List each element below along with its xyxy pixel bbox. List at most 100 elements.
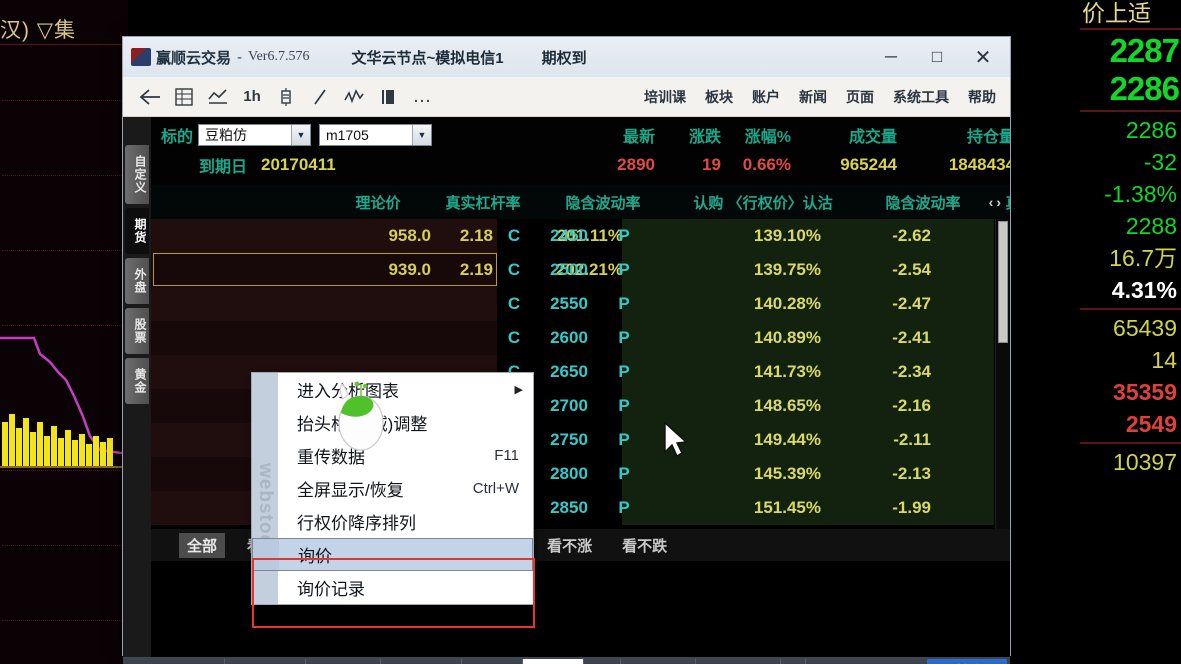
cell-strike: 2550 (550, 294, 588, 313)
toolbar: 1h … 培训课 板块 账户 新闻 页面 系统工具 帮助 (123, 77, 1010, 117)
cell-call-mark: C (507, 294, 521, 313)
col-header-iv-put: 隐含波动率 (885, 194, 961, 212)
cell-strike: 2600 (550, 328, 588, 347)
filter-no-up[interactable]: 看不涨 (539, 533, 600, 558)
tab-commodity[interactable]: 商 (781, 658, 806, 664)
col-header-strike: 认购 〈行权价〉认沽 (693, 194, 833, 212)
zigzag-icon[interactable] (337, 82, 371, 112)
tab-24h-news[interactable]: 24小时新闻 (621, 658, 696, 664)
right-panel-row: 2288 (1125, 213, 1177, 239)
cell-call-mark: C (507, 328, 521, 347)
close-icon[interactable]: ✕ (960, 40, 1006, 74)
table-row[interactable]: 939.0 2.19 202.21% C 2500 P 139.75% -2.5… (151, 253, 1010, 287)
menu-item-news[interactable]: 新闻 (799, 87, 827, 107)
quote-header-volume: 成交量 (848, 129, 897, 146)
tab-night-market[interactable]: 夜市 (584, 658, 622, 664)
sidebar-item-gold[interactable]: 黄金 (125, 358, 149, 404)
sidebar-item-futures[interactable]: 期货 (125, 208, 149, 254)
background-left-title: 汉) ▽集 (0, 19, 76, 42)
tab-cffex[interactable]: 中金所CFFEX (137, 658, 226, 664)
tab-shfe[interactable]: 上期所SHFE (225, 658, 307, 664)
context-menu-item-inquiry-record[interactable]: 询价记录 (252, 571, 533, 604)
quote-value-volume: 965244 (840, 155, 897, 174)
scrollbar-thumb[interactable] (998, 221, 1008, 343)
background-gridline (2, 470, 128, 471)
tab-dce[interactable]: 大商所DCE (306, 658, 381, 664)
sidebar: 自定义 期货 外盘 股票 黄金 (123, 117, 151, 657)
background-gridline (2, 620, 128, 621)
tab-main-contract-rank[interactable]: 主力合约排名 (696, 658, 781, 664)
cell-put-mark: P (618, 498, 630, 517)
table-row[interactable]: C 2550 P 140.28% -2.47 358.5 (151, 287, 1010, 321)
cell-leverage-put: -1.99 (892, 498, 931, 517)
menu-item-help[interactable]: 帮助 (968, 87, 996, 107)
menu-item-training[interactable]: 培训课 (644, 87, 686, 107)
context-menu-item-sort-strike-desc[interactable]: 行权价降序排列 (252, 505, 533, 538)
cell-call-mark: C (507, 260, 521, 279)
timeframe-label: 1h (243, 88, 261, 105)
tab-czce[interactable]: 郑商所CZCE (381, 658, 463, 664)
book-icon[interactable] (371, 82, 405, 112)
menu-item-account[interactable]: 账户 (752, 87, 780, 107)
window-section-label: 期权到 (541, 49, 587, 67)
sidebar-item-stock[interactable]: 股票 (125, 308, 149, 354)
context-menu-label: 询价 (298, 547, 332, 566)
cell-iv-put: 139.75% (753, 260, 821, 279)
app-title: 赢顺云交易 (156, 49, 232, 67)
cell-put-mark: P (618, 260, 630, 279)
right-panel-divider (1080, 28, 1181, 30)
bottom-tab-bar: ‹ 中金所CFFEX 上期所SHFE 大商所DCE 郑商所CZCE 套利合约 期… (123, 657, 1010, 664)
app-logo-icon (131, 48, 151, 66)
timeframe-1h-icon[interactable]: 1h (235, 82, 269, 112)
grid-table-icon[interactable] (167, 82, 201, 112)
column-nav[interactable]: ‹› (989, 194, 1004, 210)
maximize-icon[interactable]: □ (914, 40, 960, 74)
sidebar-item-overseas[interactable]: 外盘 (125, 258, 149, 304)
title-bar: 赢顺云交易 - Ver6.7.576 文华云节点~模拟电信1 期权到 ─ □ ✕ (123, 37, 1010, 77)
cell-put-mark: P (618, 226, 630, 245)
menu-item-system-tools[interactable]: 系统工具 (893, 87, 949, 107)
forum-button[interactable]: 🖵 论坛提问 (927, 659, 1007, 664)
cell-iv-put: 139.10% (753, 226, 821, 245)
tab-options[interactable]: 期权合约 (523, 658, 585, 664)
minimize-icon[interactable]: ─ (868, 40, 914, 74)
quote-value-last: 2890 (617, 155, 655, 174)
sidebar-item-custom[interactable]: 自定义 (125, 145, 149, 204)
table-row[interactable]: C 2600 P 140.89% -2.41 385.5 (151, 321, 1010, 355)
mouse-illustration-icon (338, 381, 384, 451)
context-menu-label: 行权价降序排列 (297, 514, 416, 533)
right-panel-row: 4.31% (1111, 277, 1177, 303)
right-panel-title: 价上适 (1082, 0, 1151, 26)
cell-put-mark: P (618, 396, 630, 415)
context-menu-label: 询价记录 (297, 580, 365, 599)
context-menu-item-fullscreen[interactable]: 全屏显示/恢复 Ctrl+W (252, 472, 533, 505)
quote-value-change-pct: 0.66% (742, 155, 791, 174)
menu-item-sector[interactable]: 板块 (705, 87, 733, 107)
more-icon[interactable]: … (405, 82, 439, 112)
cell-strike: 2650 (550, 362, 588, 381)
filter-no-down[interactable]: 看不跌 (614, 533, 675, 558)
application-window: 赢顺云交易 - Ver6.7.576 文华云节点~模拟电信1 期权到 ─ □ ✕ (122, 36, 1011, 664)
table-row[interactable]: 958.0 2.18 201.11% C 2450 P 139.10% -2.6… (151, 219, 1010, 253)
nav-next-icon[interactable]: › (996, 194, 1004, 210)
context-menu-label: 全屏显示/恢复 (297, 481, 404, 500)
tab-arbitrage[interactable]: 套利合约 (462, 658, 524, 664)
cell-leverage-put: -2.54 (892, 260, 931, 279)
quote-header-change: 涨跌 (688, 129, 721, 146)
quote-headers: 最新 涨跌 涨幅% 成交量 持仓量 日增仓 (151, 120, 1010, 150)
context-menu-item-inquiry[interactable]: 询价 (252, 538, 533, 571)
line-chart-icon[interactable] (201, 82, 235, 112)
candlestick-icon[interactable] (269, 82, 303, 112)
mouse-cursor-icon (664, 422, 688, 458)
vertical-scrollbar[interactable] (995, 219, 1010, 529)
trendline-icon[interactable] (303, 82, 337, 112)
menu-item-page[interactable]: 页面 (846, 87, 874, 107)
cell-leverage-put: -2.41 (892, 328, 931, 347)
right-panel-big-value-2: 2286 (1109, 70, 1180, 107)
title-dash: - (237, 48, 243, 66)
filter-all[interactable]: 全部 (179, 532, 226, 558)
back-arrow-icon[interactable] (133, 82, 167, 112)
context-menu-shortcut: Ctrl+W (472, 480, 519, 497)
background-gridline (2, 175, 128, 176)
submenu-arrow-icon: ▶ (514, 384, 523, 396)
